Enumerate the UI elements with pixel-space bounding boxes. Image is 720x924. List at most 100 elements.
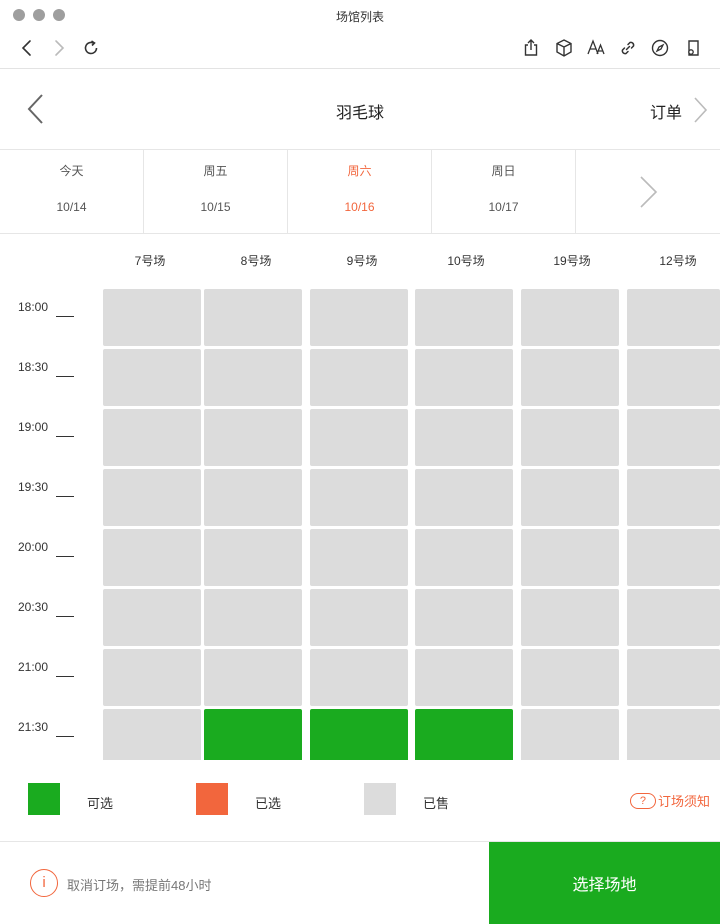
court-slot-sold: [415, 649, 513, 706]
court-slot-sold: [310, 289, 408, 346]
court-slot-sold: [627, 349, 720, 406]
court-slot-sold: [521, 649, 619, 706]
court-slot-sold: [415, 409, 513, 466]
date-tab-name: 周日: [491, 164, 516, 178]
court-slot-sold: [310, 589, 408, 646]
booking-notice-label: 订场须知: [657, 794, 710, 809]
package-icon[interactable]: [554, 38, 574, 58]
legend-selected-label: 已选: [255, 796, 282, 811]
court-slot-sold: [310, 349, 408, 406]
court-slot-sold: [627, 709, 720, 760]
court-header: 9号场: [346, 254, 378, 268]
forward-icon[interactable]: [49, 38, 69, 58]
time-label: 21:00: [18, 660, 49, 674]
court-slot-sold: [103, 349, 201, 406]
time-label: 18:30: [18, 360, 49, 374]
date-tab-name: 周五: [203, 164, 228, 178]
time-tick: [56, 436, 74, 437]
court-slot-sold: [103, 409, 201, 466]
date-tab-date: 10/17: [488, 200, 519, 214]
note-icon[interactable]: [683, 38, 703, 58]
date-tab-today[interactable]: 今天 10/14: [0, 150, 144, 233]
court-slot-sold: [103, 589, 201, 646]
court-slot-sold: [310, 409, 408, 466]
court-slot-sold: [627, 589, 720, 646]
court-slot-sold: [627, 529, 720, 586]
court-slot-sold: [415, 349, 513, 406]
court-slot-sold: [204, 649, 302, 706]
court-header: 12号场: [659, 254, 697, 268]
court-slot-sold: [103, 649, 201, 706]
court-slot-sold: [103, 289, 201, 346]
court-slot-sold: [521, 349, 619, 406]
legend-available-swatch: [28, 783, 60, 815]
court-slot-sold: [627, 649, 720, 706]
time-tick: [56, 316, 74, 317]
court-slot-sold: [627, 409, 720, 466]
time-label: 18:00: [18, 300, 49, 314]
window-title: 场馆列表: [335, 10, 384, 24]
date-tab-date: 10/14: [56, 200, 87, 214]
chevron-right-icon: [640, 176, 658, 208]
court-header: 8号场: [240, 254, 272, 268]
time-label: 20:30: [18, 600, 49, 614]
legend-sold-swatch: [364, 783, 396, 815]
court-header: 19号场: [553, 254, 591, 268]
court-slot-available[interactable]: [415, 709, 513, 760]
date-tab-sun[interactable]: 周日 10/17: [432, 150, 576, 233]
time-label: 19:00: [18, 420, 49, 434]
time-tick: [56, 676, 74, 677]
court-slot-sold: [310, 649, 408, 706]
court-slot-sold: [415, 589, 513, 646]
date-selector: 今天 10/14 周五 10/15 周六 10/16 周日 10/17: [0, 149, 720, 234]
legend-selected-swatch: [196, 783, 228, 815]
court-slot-sold: [103, 709, 201, 760]
share-icon[interactable]: [521, 38, 541, 58]
court-slot-available[interactable]: [310, 709, 408, 760]
time-label: 20:00: [18, 540, 49, 554]
legend-available-label: 可选: [87, 796, 114, 811]
order-link[interactable]: 订单: [650, 99, 682, 123]
court-slot-sold: [521, 409, 619, 466]
compass-icon[interactable]: [650, 38, 670, 58]
court-header: 7号场: [134, 254, 166, 268]
court-slot-sold: [204, 469, 302, 526]
time-tick: [56, 616, 74, 617]
court-slot-sold: [627, 469, 720, 526]
legend: 可选 已选 已售 ? 订场须知: [0, 760, 720, 841]
select-court-button[interactable]: 选择场地: [489, 842, 720, 924]
date-tab-name: 周六: [347, 164, 372, 178]
court-header: 10号场: [447, 254, 485, 268]
date-tab-sat[interactable]: 周六 10/16: [288, 150, 432, 233]
date-tab-fri[interactable]: 周五 10/15: [144, 150, 288, 233]
court-slot-sold: [627, 289, 720, 346]
court-slot-sold: [310, 529, 408, 586]
app-nav-bar: 羽毛球 订单: [0, 69, 720, 149]
booking-notice-link[interactable]: ? 订场须知: [629, 791, 710, 810]
info-icon: i: [30, 869, 58, 897]
bottom-bar: i 取消订场，需提前48小时 选择场地: [0, 841, 720, 924]
legend-sold-label: 已售: [423, 796, 450, 811]
court-slot-sold: [204, 349, 302, 406]
chevron-right-icon[interactable]: [690, 95, 710, 125]
date-tab-date: 10/16: [344, 200, 375, 214]
court-slot-sold: [204, 409, 302, 466]
court-slot-sold: [521, 289, 619, 346]
cancel-policy-text: 取消订场，需提前48小时: [67, 878, 212, 893]
text-size-icon[interactable]: [586, 38, 606, 58]
court-slot-sold: [310, 469, 408, 526]
court-slot-sold: [204, 289, 302, 346]
date-tab-date: 10/15: [200, 200, 231, 214]
court-slot-sold: [415, 529, 513, 586]
time-tick: [56, 736, 74, 737]
court-slot-sold: [415, 469, 513, 526]
reload-icon[interactable]: [81, 38, 101, 58]
date-tab-name: 今天: [59, 164, 84, 178]
court-slot-sold: [103, 529, 201, 586]
next-dates-button[interactable]: [576, 150, 720, 233]
back-icon[interactable]: [17, 38, 37, 58]
link-icon[interactable]: [618, 38, 638, 58]
court-slot-available[interactable]: [204, 709, 302, 760]
help-icon: ?: [629, 792, 656, 809]
court-slot-sold: [521, 709, 619, 760]
